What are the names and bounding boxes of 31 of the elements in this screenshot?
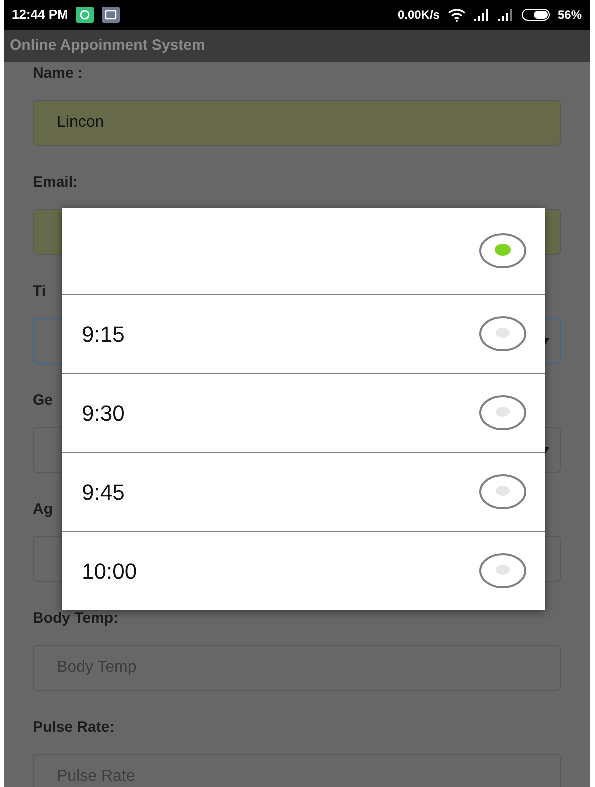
- radio-button[interactable]: [479, 474, 527, 510]
- signal-icon: [498, 9, 514, 21]
- option-label: 9:15: [82, 320, 125, 348]
- field-label: Ge: [33, 392, 54, 408]
- battery-icon: [522, 9, 550, 21]
- option-label: 9:45: [82, 478, 125, 506]
- network-speed: 0.00K/s: [398, 7, 440, 24]
- field-value: Lincon: [57, 113, 104, 133]
- gallery-app-icon: [102, 7, 120, 23]
- radio-button[interactable]: [479, 553, 527, 589]
- app-title: Online Appoinment System: [10, 36, 206, 56]
- wifi-icon: [448, 8, 466, 22]
- radio-button[interactable]: [479, 316, 527, 352]
- field-label: Body Temp:: [33, 610, 119, 626]
- signal-icon: [474, 9, 490, 21]
- field-label: Pulse Rate:: [33, 720, 115, 734]
- option-row[interactable]: 9:15: [62, 294, 545, 373]
- option-row[interactable]: 10:00: [62, 531, 545, 610]
- option-row[interactable]: 9:45: [62, 452, 545, 531]
- field-label: Email:: [33, 174, 78, 190]
- field-label: Name :: [33, 66, 84, 80]
- radio-button[interactable]: [479, 233, 527, 269]
- field-label: Ti: [33, 284, 46, 298]
- battery-percent: 56%: [558, 7, 582, 24]
- option-row[interactable]: 9:30: [62, 373, 545, 452]
- status-time: 12:44 PM: [12, 6, 68, 24]
- field-label: Ag: [33, 502, 53, 516]
- option-label: 9:30: [82, 400, 125, 428]
- radio-button[interactable]: [479, 395, 527, 431]
- option-label: 10:00: [82, 558, 138, 586]
- shield-app-icon: [76, 7, 94, 23]
